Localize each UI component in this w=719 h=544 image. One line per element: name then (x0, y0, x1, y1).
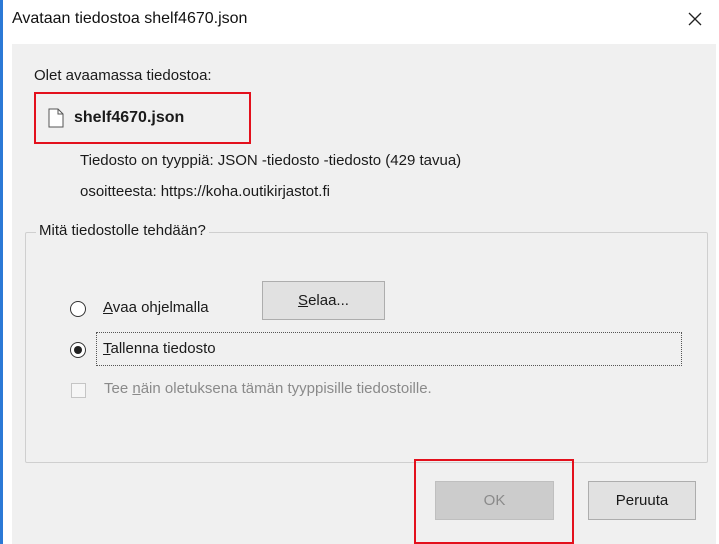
document-icon (48, 108, 64, 128)
save-file-focus-box[interactable]: Tallenna tiedosto (96, 332, 682, 366)
file-name: shelf4670.json (74, 109, 185, 126)
browse-button[interactable]: Selaa... (262, 281, 385, 320)
open-with-label[interactable]: Avaa ohjelmalla (103, 299, 209, 316)
default-action-accel: n (132, 380, 141, 397)
source-line: osoitteesta: https://koha.outikirjastot.f… (80, 183, 330, 200)
open-with-text: vaa ohjelmalla (112, 299, 209, 316)
save-file-radio[interactable] (70, 342, 86, 358)
file-type-label: Tiedosto on tyyppiä: (80, 152, 214, 169)
browse-accel: S (298, 292, 309, 309)
default-action-text: äin oletuksena tämän tyyppisille tiedost… (140, 380, 432, 397)
save-file-label[interactable]: Tallenna tiedosto (103, 340, 216, 357)
save-file-accel: T (103, 340, 111, 357)
download-dialog: Avataan tiedostoa shelf4670.json Olet av… (0, 0, 719, 544)
window-edge (0, 0, 3, 544)
close-icon (688, 12, 702, 26)
file-type-line: Tiedosto on tyyppiä: JSON -tiedosto -tied… (80, 152, 461, 169)
browse-text: elaa... (308, 292, 349, 309)
groupbox-label: Mitä tiedostolle tehdään? (36, 222, 209, 239)
intro-label: Olet avaamassa tiedostoa: (34, 67, 212, 84)
cancel-button[interactable]: Peruuta (588, 481, 696, 520)
action-groupbox: Mitä tiedostolle tehdään? Avaa ohjelmall… (25, 222, 708, 463)
ok-button[interactable]: OK (435, 481, 554, 520)
dialog-title: Avataan tiedostoa shelf4670.json (12, 10, 248, 27)
source-url: https://koha.outikirjastot.fi (160, 183, 330, 200)
default-action-checkbox[interactable] (71, 383, 86, 398)
file-name-highlight: shelf4670.json (34, 92, 251, 144)
source-label: osoitteesta: (80, 183, 157, 200)
open-with-radio[interactable] (70, 301, 86, 317)
save-file-text: allenna tiedosto (110, 340, 216, 357)
default-action-pre: Tee (104, 380, 133, 397)
open-with-accel: A (103, 299, 113, 316)
default-action-label[interactable]: Tee näin oletuksena tämän tyyppisille ti… (104, 380, 432, 397)
dialog-body: Olet avaamassa tiedostoa: shelf4670.json… (12, 44, 716, 544)
file-type-value: JSON -tiedosto -tiedosto (429 tavua) (217, 152, 462, 169)
close-button[interactable] (677, 2, 713, 36)
